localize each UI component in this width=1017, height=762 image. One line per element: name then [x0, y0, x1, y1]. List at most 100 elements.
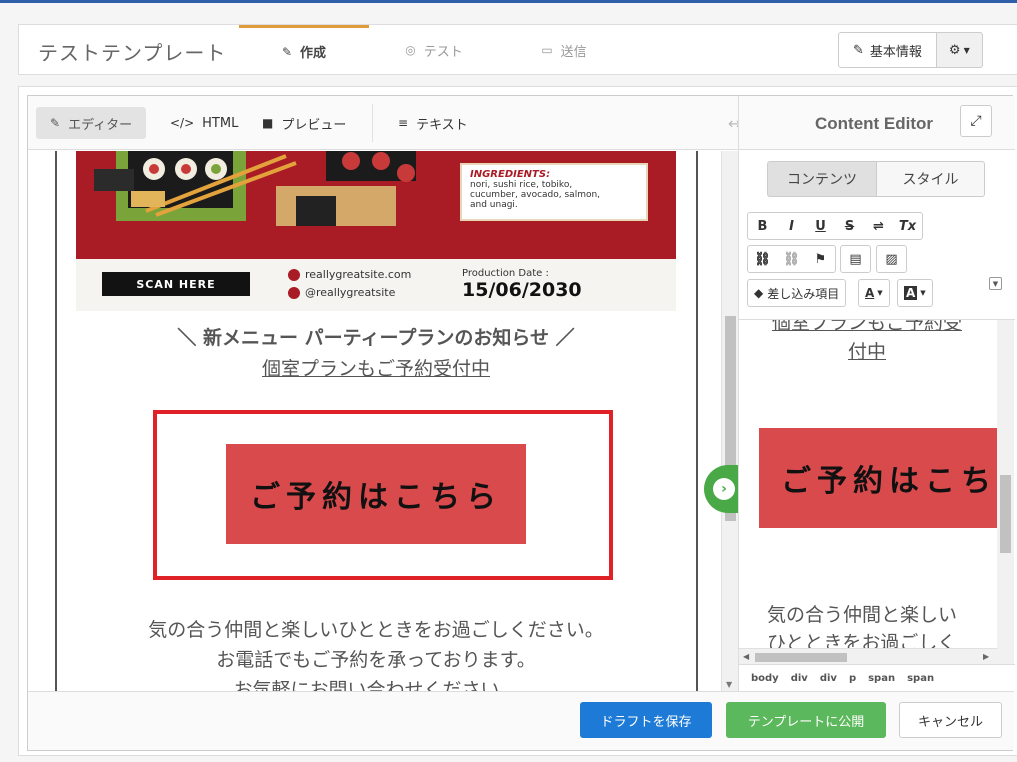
- chevron-right-icon: ›: [713, 478, 735, 500]
- tab-create[interactable]: ✎ 作成: [239, 25, 369, 75]
- html-mode-button[interactable]: </> HTML: [156, 107, 252, 139]
- ingredients-title: INGREDIENTS:: [470, 169, 551, 180]
- body-text-line[interactable]: 気の合う仲間と楽しいひとときをお過ごしください。: [76, 615, 676, 642]
- canvas-border-left: [55, 151, 57, 691]
- caret-down-icon: ▼: [920, 289, 926, 297]
- editor-mode-label: エディター: [68, 117, 133, 133]
- scrollbar-thumb[interactable]: [1000, 475, 1011, 553]
- preview-cta-button[interactable]: ご予約はこち: [759, 428, 999, 528]
- scrollbar-thumb[interactable]: [755, 653, 847, 662]
- ingredients-box: INGREDIENTS: nori, sushi rice, tobiko, c…: [460, 163, 648, 221]
- tab-test[interactable]: ◎ テスト: [369, 25, 499, 75]
- text-mode-label: テキスト: [416, 117, 468, 133]
- content-preview[interactable]: 個室プランもご予約受 付中 ご予約はこち 気の合う仲間と楽しい ひとときをお過ご…: [739, 319, 1015, 664]
- style-tab[interactable]: スタイル: [876, 161, 985, 197]
- sushi-banner-image[interactable]: INGREDIENTS: nori, sushi rice, tobiko, c…: [76, 151, 676, 311]
- preview-mode-button[interactable]: ■ プレビュー: [248, 107, 360, 139]
- preview-vertical-scrollbar[interactable]: [997, 320, 1014, 664]
- editor-toolbar: ✎ エディター </> HTML ■ プレビュー ≡ テキスト ↔: [28, 96, 741, 150]
- website-text: reallygreatsite.com: [305, 268, 412, 281]
- scroll-down-arrow-icon[interactable]: ▼: [726, 680, 732, 689]
- banner-footer: SCAN HERE reallygreatsite.com @reallygre…: [76, 259, 676, 311]
- background-color-icon: A: [904, 286, 918, 300]
- publish-template-button[interactable]: テンプレートに公開: [726, 702, 886, 738]
- unlink-icon[interactable]: ⛓: [777, 246, 806, 272]
- pencil-icon: ✎: [853, 42, 864, 58]
- expand-button[interactable]: ⤢: [960, 105, 992, 137]
- cancel-button[interactable]: キャンセル: [899, 702, 1002, 738]
- image-icon[interactable]: ▨: [877, 246, 906, 272]
- caret-down-icon: ▼: [963, 45, 970, 55]
- caret-down-icon: ▼: [877, 289, 883, 297]
- top-accent-line: [0, 0, 1017, 3]
- announce-heading[interactable]: ＼ 新メニュー パーティープランのお知らせ ／: [76, 323, 676, 350]
- basic-info-button[interactable]: ✎ 基本情報: [838, 32, 937, 68]
- toggle-panel-handle[interactable]: ›: [704, 465, 738, 513]
- banner-red-area: INGREDIENTS: nori, sushi rice, tobiko, c…: [76, 151, 676, 259]
- preview-text-line: 付中: [847, 341, 886, 363]
- path-item[interactable]: span: [868, 673, 895, 684]
- save-draft-button[interactable]: ドラフトを保存: [580, 702, 712, 738]
- settings-dropdown-button[interactable]: ⚙ ▼: [936, 32, 983, 68]
- path-item[interactable]: div: [791, 673, 808, 684]
- text-mode-button[interactable]: ≡ テキスト: [384, 107, 482, 139]
- source-button-group: ▤: [840, 245, 871, 273]
- reservation-cta-button[interactable]: ご予約はこちら: [226, 444, 526, 544]
- underline-icon[interactable]: U: [806, 213, 835, 239]
- image-button-group: ▨: [876, 245, 907, 273]
- editor-footer: ドラフトを保存 テンプレートに公開 キャンセル: [28, 691, 1014, 750]
- document-icon: ■: [262, 116, 274, 130]
- preview-body-line: 気の合う仲間と楽しい: [767, 604, 958, 626]
- preview-horizontal-scrollbar[interactable]: ◀ ▶: [739, 648, 997, 664]
- scroll-right-arrow-icon[interactable]: ▶: [983, 652, 989, 661]
- production-date-label: Production Date :: [462, 268, 549, 279]
- link-icon[interactable]: ⛓: [748, 246, 777, 272]
- editor-frame: ✎ エディター </> HTML ■ プレビュー ≡ テキスト ↔ INGRED…: [27, 95, 1015, 751]
- path-item[interactable]: div: [820, 673, 837, 684]
- private-room-link[interactable]: 個室プランもご予約受付中: [76, 354, 676, 381]
- path-item[interactable]: p: [849, 673, 856, 684]
- source-code-icon[interactable]: ▤: [841, 246, 870, 272]
- basic-info-label: 基本情報: [869, 44, 922, 60]
- scan-here-label: SCAN HERE: [102, 272, 250, 296]
- social-text: @reallygreatsite: [305, 286, 396, 299]
- globe-icon: [288, 268, 300, 281]
- tab-send-label: 送信: [560, 44, 587, 60]
- italic-icon[interactable]: I: [777, 213, 806, 239]
- tab-send[interactable]: ▭ 送信: [499, 25, 629, 75]
- align-left-icon: ≡: [398, 116, 409, 130]
- scroll-left-arrow-icon[interactable]: ◀: [743, 652, 749, 661]
- background-color-button[interactable]: A ▼: [897, 279, 933, 307]
- element-path-bar: body div div p span span: [739, 664, 1015, 691]
- path-item[interactable]: span: [907, 673, 934, 684]
- canvas-vertical-scrollbar[interactable]: ▼: [721, 151, 738, 691]
- body-text-line[interactable]: お電話でもご予約を承っております。: [76, 645, 676, 672]
- body-text-line[interactable]: お気軽にお問い合わせください。: [76, 675, 676, 691]
- format-button-group: B I U S ⇌ Tx: [747, 212, 923, 240]
- strikethrough-icon[interactable]: S: [835, 213, 864, 239]
- production-date: 15/06/2030: [462, 279, 582, 301]
- content-tab[interactable]: コンテンツ: [767, 161, 876, 197]
- line-spacing-icon[interactable]: ⇌: [864, 213, 893, 239]
- preview-mode-label: プレビュー: [281, 117, 347, 133]
- text-color-button[interactable]: A ▼: [858, 279, 890, 307]
- content-editor-title: Content Editor: [815, 114, 934, 133]
- website-contact: reallygreatsite.com: [288, 268, 411, 281]
- merge-field-label: 差し込み項目: [767, 286, 840, 301]
- inbox-icon: ▭: [541, 43, 553, 57]
- flag-icon[interactable]: ⚑: [806, 246, 835, 272]
- email-canvas[interactable]: INGREDIENTS: nori, sushi rice, tobiko, c…: [28, 151, 738, 691]
- edit-icon: ✎: [281, 44, 293, 59]
- editor-mode-button[interactable]: ✎ エディター: [36, 107, 147, 139]
- tab-test-label: テスト: [423, 44, 463, 60]
- bold-icon[interactable]: B: [748, 213, 777, 239]
- ingredients-line: and unagi.: [470, 200, 518, 210]
- social-contact: @reallygreatsite: [288, 286, 395, 299]
- expand-icon: ⤢: [970, 113, 982, 129]
- gear-icon: ⚙: [948, 42, 961, 58]
- content-style-switch: コンテンツ スタイル: [767, 161, 985, 197]
- path-item[interactable]: body: [751, 673, 779, 684]
- clear-format-icon[interactable]: Tx: [893, 213, 922, 239]
- merge-field-button[interactable]: ◆ 差し込み項目: [747, 279, 847, 307]
- collapse-toolbar-icon[interactable]: ▼: [989, 277, 1002, 290]
